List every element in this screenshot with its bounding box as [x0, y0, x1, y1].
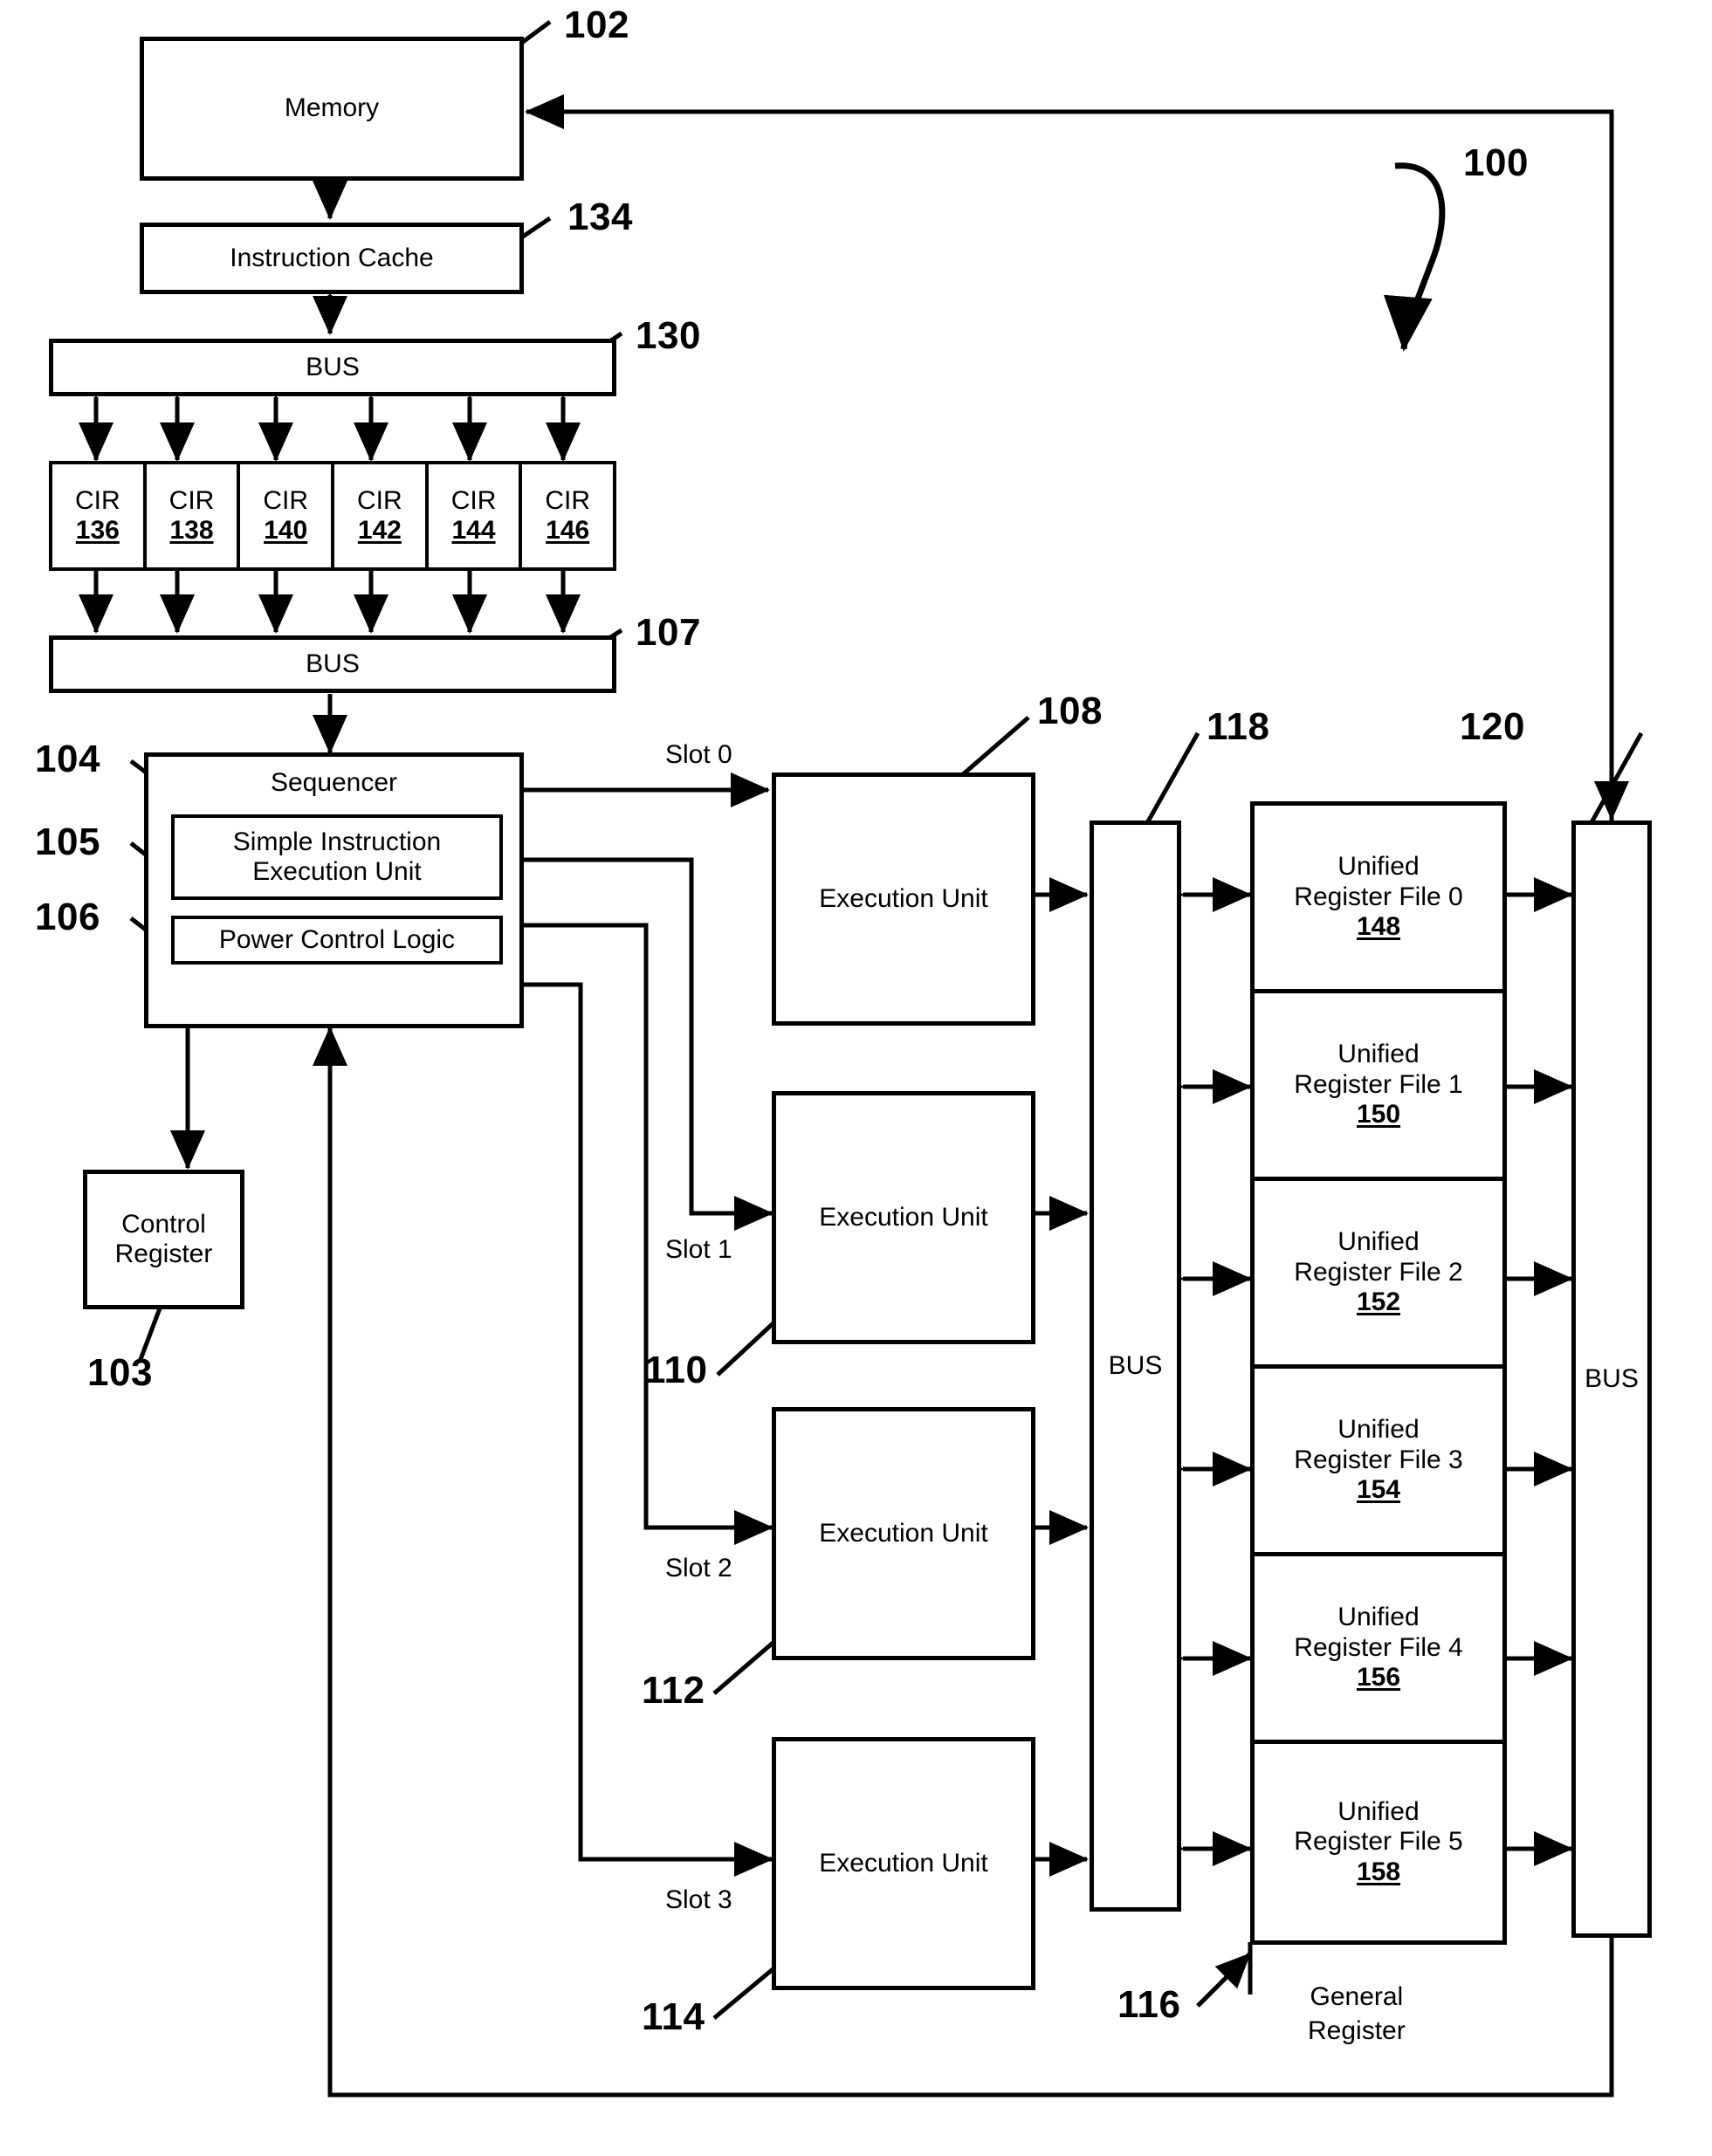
- ref-114: 114: [642, 1995, 705, 2038]
- register-file-ref: 150: [1356, 1100, 1401, 1129]
- cir-ref: 144: [451, 516, 496, 545]
- unified-register-file: Unified Register File 0 148: [1250, 801, 1507, 993]
- ref-103: 103: [87, 1351, 153, 1394]
- bus-107-label: BUS: [306, 649, 360, 678]
- ref-130: 130: [636, 314, 701, 357]
- slot-3-label: Slot 3: [665, 1885, 732, 1914]
- execution-unit-label: Execution Unit: [819, 1848, 988, 1878]
- cir-label: CIR: [545, 485, 591, 515]
- register-file-name: Unified Register File 1: [1294, 1040, 1463, 1099]
- cir-register: CIR 138: [142, 461, 241, 571]
- bus-118-label: BUS: [1108, 1350, 1163, 1380]
- control-register-block: Control Register: [83, 1170, 244, 1309]
- bus-130-label: BUS: [306, 352, 360, 381]
- unified-register-file: Unified Register File 2 152: [1250, 1177, 1507, 1369]
- ref-105: 105: [35, 821, 100, 863]
- register-file-name: Unified Register File 5: [1294, 1796, 1463, 1857]
- unified-register-file: Unified Register File 4 156: [1250, 1552, 1507, 1744]
- sequencer-label: Sequencer: [270, 768, 398, 797]
- cir-register: CIR 146: [519, 461, 617, 571]
- slot-0-label: Slot 0: [665, 740, 732, 769]
- register-file-ref: 158: [1356, 1857, 1401, 1886]
- execution-unit-1: Execution Unit: [772, 1091, 1035, 1344]
- bus-120-label: BUS: [1585, 1363, 1639, 1393]
- memory-block: Memory: [140, 37, 524, 181]
- cir-label: CIR: [357, 485, 402, 515]
- cir-row: CIR 136 CIR 138 CIR 140 CIR 142 CIR 144 …: [49, 461, 617, 571]
- control-register-label: Control Register: [114, 1209, 213, 1269]
- ref-118: 118: [1207, 705, 1270, 748]
- ref-112: 112: [642, 1669, 705, 1712]
- cir-label: CIR: [450, 485, 497, 515]
- cir-label: CIR: [263, 485, 309, 515]
- execution-unit-3: Execution Unit: [772, 1737, 1035, 1990]
- ref-102: 102: [564, 3, 629, 46]
- unified-register-file-column: Unified Register File 0 148 Unified Regi…: [1250, 801, 1507, 1945]
- register-file-ref: 156: [1356, 1663, 1401, 1693]
- ref-108: 108: [1037, 690, 1103, 732]
- execution-unit-label: Execution Unit: [819, 1518, 988, 1548]
- memory-label: Memory: [284, 93, 380, 123]
- cir-register: CIR 140: [237, 461, 335, 571]
- unified-register-file: Unified Register File 1 150: [1250, 989, 1507, 1181]
- cir-ref: 142: [357, 516, 402, 545]
- cir-register: CIR 144: [424, 461, 523, 571]
- cir-ref: 140: [264, 516, 308, 545]
- register-file-ref: 152: [1356, 1287, 1401, 1317]
- bus-130-block: BUS: [49, 339, 616, 396]
- patent-figure-canvas: Memory 102 Instruction Cache 134 BUS 130…: [0, 0, 1712, 2156]
- simple-instruction-execution-unit-block: Simple Instruction Execution Unit: [171, 814, 503, 900]
- instruction-cache-block: Instruction Cache: [140, 223, 524, 294]
- cir-register: CIR 142: [331, 461, 429, 571]
- execution-unit-label: Execution Unit: [819, 883, 988, 913]
- bus-107-block: BUS: [49, 635, 616, 693]
- sieu-label: Simple Instruction Execution Unit: [232, 827, 442, 887]
- general-register-label: General Register: [1308, 1982, 1406, 2045]
- power-control-logic-label: Power Control Logic: [218, 924, 456, 954]
- ref-120: 120: [1460, 705, 1525, 748]
- unified-register-file: Unified Register File 5 158: [1250, 1740, 1507, 1945]
- ref-106: 106: [35, 896, 100, 938]
- cir-ref: 146: [546, 516, 590, 545]
- register-file-name: Unified Register File 4: [1294, 1603, 1463, 1662]
- cir-register: CIR 136: [49, 461, 147, 571]
- register-file-ref: 154: [1356, 1475, 1401, 1505]
- execution-unit-2: Execution Unit: [772, 1407, 1035, 1660]
- unified-register-file: Unified Register File 3 154: [1250, 1364, 1507, 1556]
- ref-107: 107: [636, 611, 701, 654]
- cir-ref: 138: [169, 516, 214, 545]
- register-file-name: Unified Register File 2: [1294, 1227, 1463, 1287]
- slot-1-label: Slot 1: [665, 1235, 732, 1264]
- cir-ref: 136: [75, 516, 120, 545]
- cir-label: CIR: [168, 485, 215, 515]
- register-file-ref: 148: [1356, 912, 1401, 942]
- execution-unit-0: Execution Unit: [772, 772, 1035, 1026]
- register-file-name: Unified Register File 0: [1294, 852, 1463, 911]
- bus-120-block: BUS: [1571, 821, 1652, 1938]
- ref-134: 134: [567, 196, 633, 238]
- power-control-logic-block: Power Control Logic: [171, 916, 503, 965]
- instruction-cache-label: Instruction Cache: [230, 243, 434, 272]
- ref-116: 116: [1117, 1983, 1181, 2026]
- slot-2-label: Slot 2: [665, 1554, 732, 1583]
- ref-100: 100: [1463, 141, 1529, 184]
- ref-104: 104: [35, 738, 100, 780]
- bus-118-block: BUS: [1090, 821, 1181, 1912]
- cir-label: CIR: [75, 485, 120, 515]
- execution-unit-label: Execution Unit: [819, 1202, 988, 1232]
- sequencer-block: Sequencer Simple Instruction Execution U…: [144, 752, 524, 1028]
- register-file-name: Unified Register File 3: [1294, 1415, 1463, 1474]
- ref-110: 110: [644, 1349, 708, 1391]
